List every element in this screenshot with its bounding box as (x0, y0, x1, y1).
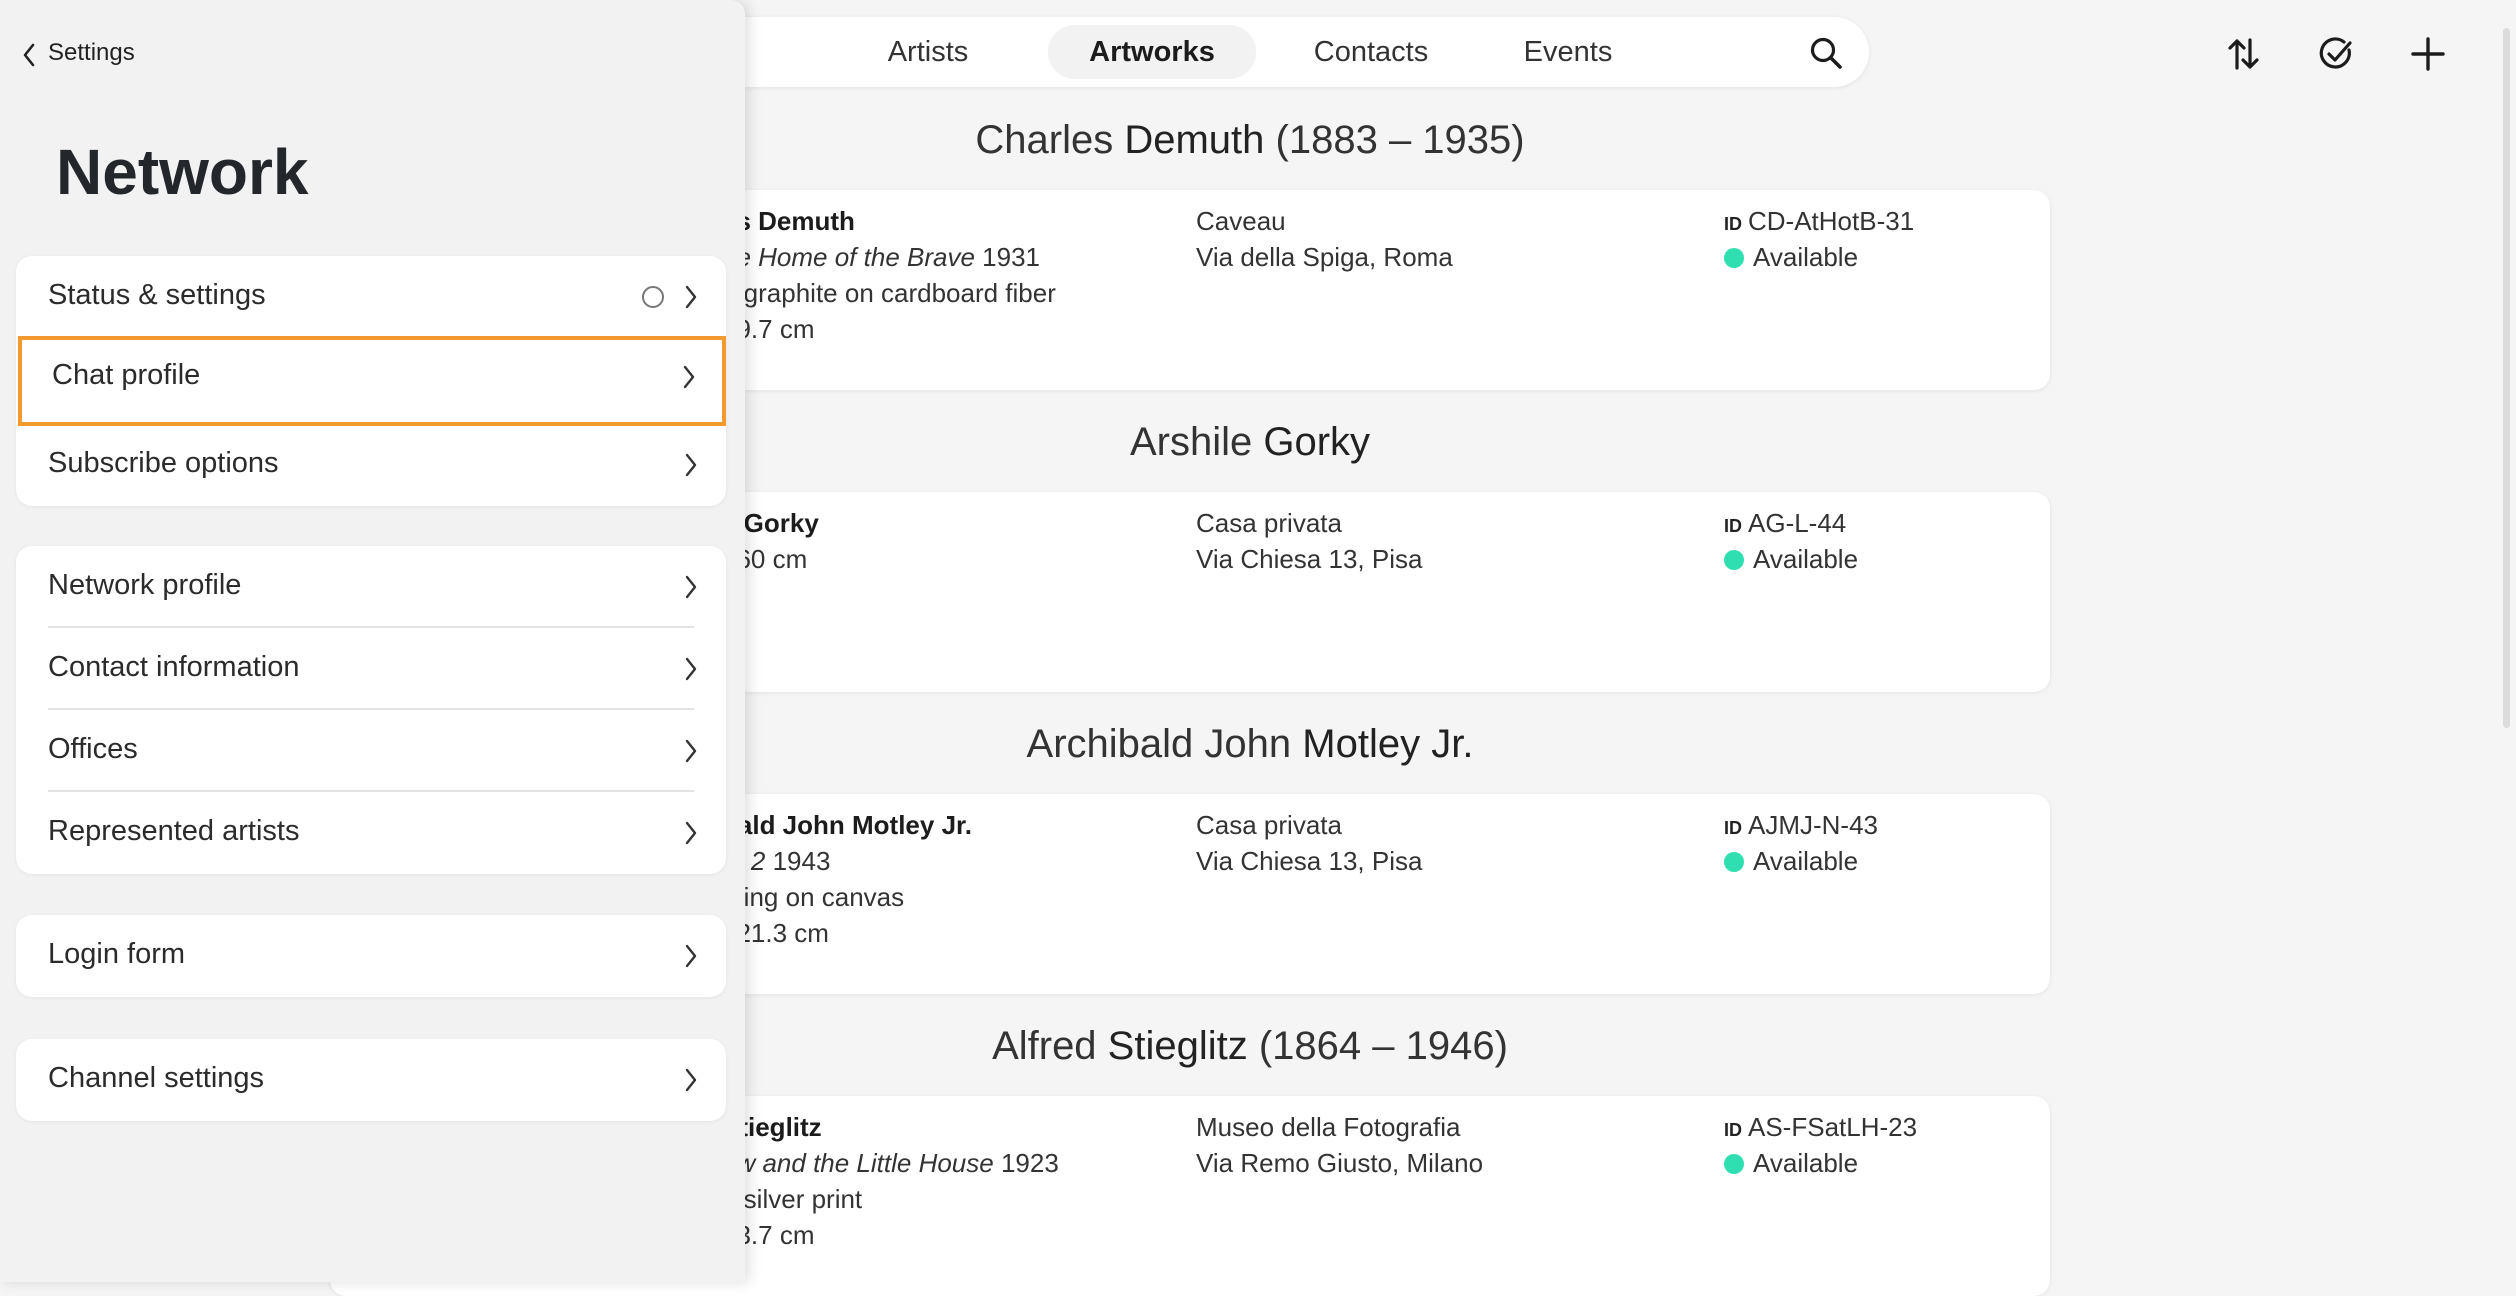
artwork-title: he Home of the Brave 1931 (722, 242, 1040, 272)
menu-item-label: Represented artists (48, 815, 300, 847)
tab-events[interactable]: Events (1488, 25, 1648, 79)
menu-item-label: Subscribe options (48, 447, 279, 479)
artwork-address: Via Chiesa 13, Pisa (1196, 544, 1423, 574)
status-dot (1724, 550, 1744, 570)
chevron-right-icon (684, 739, 698, 768)
menu-item-channel-settings[interactable]: Channel settings (16, 1039, 726, 1121)
artist-group-title: Arshile Gorky (1129, 420, 1371, 464)
status-dot (1724, 852, 1744, 872)
artwork-id: ID AS-FSatLH-23 (1724, 1112, 1918, 1142)
status-badge: Available (1724, 846, 1858, 877)
chevron-right-icon (684, 453, 698, 482)
chevron-left-icon (22, 43, 36, 72)
search-icon[interactable] (1809, 36, 1843, 75)
sort-icon[interactable] (2227, 36, 2261, 77)
status-badge: Available (1724, 544, 1858, 575)
artwork-title: ow and the Little House 1923 (722, 1148, 1059, 1178)
menu-group: Channel settings (16, 1039, 726, 1121)
menu-item-label: Login form (48, 938, 186, 970)
artwork-medium: nting on canvas (722, 882, 905, 912)
artwork-medium: d graphite on cardboard fiber (722, 278, 1056, 308)
artwork-location: Caveau (1196, 206, 1286, 236)
menu-item-offices[interactable]: Offices (16, 710, 726, 792)
menu-item-label: Status & settings (48, 279, 266, 311)
artwork-artist: bald John Motley Jr. (722, 810, 972, 840)
artwork-address: Via della Spiga, Roma (1196, 242, 1453, 272)
tab-contacts[interactable]: Contacts (1273, 25, 1469, 79)
artwork-location: Museo della Fotografia (1196, 1112, 1461, 1142)
artwork-location: Casa privata (1196, 810, 1342, 840)
scrollbar[interactable] (2500, 0, 2514, 1282)
menu-item-chat-profile[interactable]: Chat profile (18, 336, 726, 426)
menu-item-label: Contact information (48, 651, 300, 683)
menu-group: Login form (16, 915, 726, 997)
artwork-id: ID AJMJ-N-43 (1724, 810, 1879, 840)
menu-item-subscribe-options[interactable]: Subscribe options (16, 424, 726, 506)
page-title: Network (56, 136, 309, 208)
chevron-right-icon (684, 1068, 698, 1097)
status-dot (1724, 1154, 1744, 1174)
artwork-address: Via Chiesa 13, Pisa (1196, 846, 1423, 876)
chevron-right-icon (684, 285, 698, 314)
artwork-location: Casa privata (1196, 508, 1342, 538)
menu-item-label: Offices (48, 733, 138, 765)
artwork-id: ID AG-L-44 (1724, 508, 1847, 538)
menu-item-status-settings[interactable]: Status & settings (16, 256, 726, 338)
menu-item-network-profile[interactable]: Network profile (16, 546, 726, 628)
menu-item-label: Chat profile (52, 359, 201, 391)
tab-artists[interactable]: Artists (858, 25, 998, 79)
artwork-address: Via Remo Giusto, Milano (1196, 1148, 1484, 1178)
menu-item-represented-artists[interactable]: Represented artists (16, 792, 726, 874)
artist-group-title: Alfred Stieglitz (1864 – 1946) (992, 1024, 1508, 1068)
chevron-right-icon (684, 821, 698, 850)
menu-item-label: Network profile (48, 569, 242, 601)
plus-icon[interactable] (2410, 36, 2446, 77)
menu-group: Network profile Contact information Offi… (16, 546, 726, 874)
artist-group-title: Archibald John Motley Jr. (1026, 722, 1474, 766)
status-circle-icon (642, 286, 664, 308)
artist-group-title: Charles Demuth (1883 – 1935) (975, 118, 1525, 162)
check-circle-icon[interactable] (2318, 36, 2354, 77)
menu-item-contact-information[interactable]: Contact information (16, 628, 726, 710)
chevron-right-icon (684, 575, 698, 604)
artwork-id: ID CD-AtHotB-31 (1724, 206, 1915, 236)
top-navigation-bar: Artists Artworks Contacts Events (590, 17, 1869, 87)
status-badge: Available (1724, 242, 1858, 273)
scrollbar-thumb[interactable] (2503, 28, 2510, 728)
chevron-right-icon (684, 944, 698, 973)
status-dot (1724, 248, 1744, 268)
chevron-right-icon (682, 365, 696, 394)
menu-group: Status & settings Chat profile Subscribe… (16, 256, 726, 506)
back-label: Settings (48, 39, 135, 66)
status-badge: Available (1724, 1148, 1858, 1179)
settings-panel: Settings Network Status & settings Chat … (0, 0, 745, 1282)
chevron-right-icon (684, 657, 698, 686)
menu-item-login-form[interactable]: Login form (16, 915, 726, 997)
tab-artworks[interactable]: Artworks (1048, 25, 1256, 79)
menu-item-label: Channel settings (48, 1062, 265, 1094)
